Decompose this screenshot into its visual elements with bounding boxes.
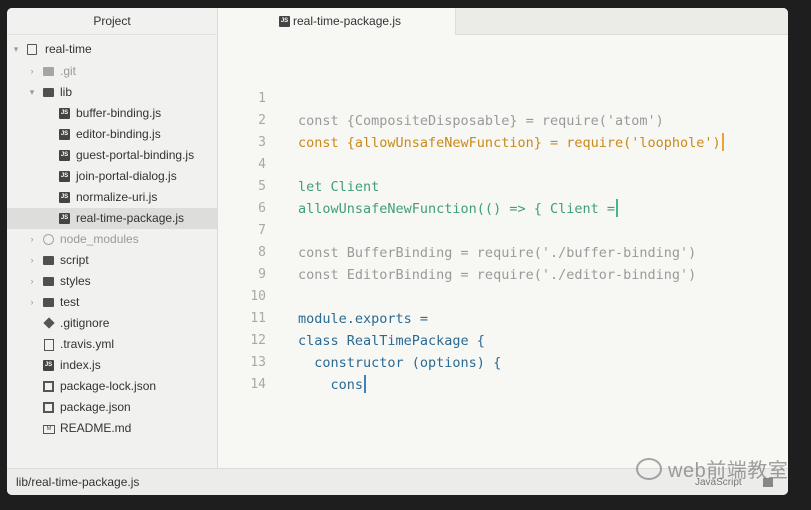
tree-item-label: README.md bbox=[60, 421, 132, 435]
js-file-icon: JS bbox=[59, 192, 70, 203]
markdown-icon: M bbox=[43, 425, 55, 434]
chevron-right-icon[interactable]: › bbox=[27, 229, 37, 250]
tree-item-label: join-portal-dialog.js bbox=[76, 169, 177, 183]
tree-item-label: buffer-binding.js bbox=[76, 106, 162, 120]
tree-item-label: test bbox=[60, 295, 80, 309]
tree-item-join-portal-dialog[interactable]: JS join-portal-dialog.js bbox=[7, 166, 217, 187]
tree-item-node-modules[interactable]: › node_modules bbox=[7, 229, 217, 250]
tree-item-guest-portal-binding[interactable]: JS guest-portal-binding.js bbox=[7, 145, 217, 166]
tree-item-normalize-uri[interactable]: JS normalize-uri.js bbox=[7, 187, 217, 208]
tree-item-label: script bbox=[60, 253, 89, 267]
tree-item-test[interactable]: › test bbox=[7, 292, 217, 313]
js-file-icon: JS bbox=[59, 129, 70, 140]
code-text: cons bbox=[298, 377, 364, 393]
code-line[interactable]: 6 bbox=[218, 176, 788, 216]
code-line[interactable]: 9 bbox=[218, 242, 788, 282]
chevron-down-icon[interactable]: ▾ bbox=[27, 82, 37, 103]
repo-icon bbox=[27, 44, 37, 55]
code-line[interactable]: 12 constructor (options) { bbox=[218, 308, 788, 371]
tree-item-label: real-time bbox=[45, 42, 92, 56]
tree-item-label: .gitignore bbox=[60, 316, 110, 330]
text-editor[interactable]: JS real-time-package.js 1 const {Composi… bbox=[218, 8, 788, 468]
code-line[interactable]: 4 let Client bbox=[218, 132, 788, 195]
code-line[interactable]: 3 bbox=[218, 110, 788, 150]
chevron-right-icon[interactable]: › bbox=[27, 271, 37, 292]
tree-item-label: package-lock.json bbox=[60, 379, 157, 393]
tree-view-title: Project bbox=[7, 8, 217, 35]
tree-item-label: real-time-package.js bbox=[76, 211, 185, 225]
tree-item-gitignore[interactable]: .gitignore bbox=[7, 313, 217, 334]
line-number: 14 bbox=[250, 377, 266, 392]
tab-label: real-time-package.js bbox=[293, 14, 402, 28]
tree-item-label: .git bbox=[60, 64, 77, 78]
tree-item-label: .travis.yml bbox=[60, 337, 114, 351]
code-line[interactable]: 14 bbox=[218, 352, 788, 392]
wechat-icon bbox=[636, 458, 662, 480]
tree-item-package-json[interactable]: package.json bbox=[7, 397, 217, 418]
folder-icon bbox=[43, 88, 54, 97]
tab-bar: JS real-time-package.js bbox=[218, 8, 788, 35]
tree-item-git[interactable]: › .git bbox=[7, 61, 217, 82]
chevron-down-icon[interactable]: ▾ bbox=[11, 39, 21, 60]
code-line[interactable]: 1 const {CompositeDisposable} = require(… bbox=[218, 66, 788, 129]
chevron-right-icon[interactable]: › bbox=[27, 292, 37, 313]
file-icon bbox=[44, 339, 54, 351]
tab-real-time-package[interactable]: JS real-time-package.js bbox=[218, 8, 456, 35]
js-file-icon: JS bbox=[43, 360, 54, 371]
code-line[interactable]: 10 module.exports = bbox=[218, 264, 788, 327]
code-text-with-cursor: cons bbox=[298, 374, 367, 396]
code-line[interactable]: 8 const EditorBinding = require('./edito… bbox=[218, 220, 788, 283]
local-cursor bbox=[364, 375, 367, 393]
tree-item-label: package.json bbox=[60, 400, 131, 414]
book-icon bbox=[43, 381, 54, 392]
watermark: web前端教室 bbox=[636, 454, 788, 483]
code-line[interactable]: 2 const {allowUnsafeNewFunction} = requi… bbox=[218, 88, 788, 151]
tree-view: Project ▾ real-time › .git ▾ lib JS buff… bbox=[7, 8, 218, 468]
editor-window: Project ▾ real-time › .git ▾ lib JS buff… bbox=[7, 8, 788, 495]
tree-item-label: node_modules bbox=[60, 232, 139, 246]
folder-icon bbox=[43, 277, 54, 286]
watermark-text: web前端教室 bbox=[668, 460, 789, 482]
code-line[interactable]: 13 cons bbox=[218, 330, 788, 393]
js-file-icon: JS bbox=[279, 16, 290, 27]
npm-folder-icon bbox=[43, 234, 54, 245]
tree-item-real-time-package[interactable]: JS real-time-package.js bbox=[7, 208, 217, 229]
tree-item-lib[interactable]: ▾ lib bbox=[7, 82, 217, 103]
tree-item-label: styles bbox=[60, 274, 91, 288]
js-file-icon: JS bbox=[59, 108, 70, 119]
chevron-right-icon[interactable]: › bbox=[27, 250, 37, 271]
status-file-path[interactable]: lib/real-time-package.js bbox=[16, 469, 139, 495]
git-icon bbox=[43, 317, 55, 329]
code-line[interactable]: 5 allowUnsafeNewFunction(() => { Client … bbox=[218, 154, 788, 217]
book-icon bbox=[43, 402, 54, 413]
tree-item-index-js[interactable]: JS index.js bbox=[7, 355, 217, 376]
js-file-icon: JS bbox=[59, 171, 70, 182]
chevron-right-icon[interactable]: › bbox=[27, 61, 37, 82]
tree-item-buffer-binding[interactable]: JS buffer-binding.js bbox=[7, 103, 217, 124]
tree-item-label: editor-binding.js bbox=[76, 127, 161, 141]
tree-item-label: index.js bbox=[60, 358, 101, 372]
tree-item-readme[interactable]: M README.md bbox=[7, 418, 217, 439]
code-line[interactable]: 11 class RealTimePackage { bbox=[218, 286, 788, 349]
folder-icon bbox=[43, 256, 54, 265]
js-file-icon: JS bbox=[59, 213, 70, 224]
tree-item-package-lock[interactable]: package-lock.json bbox=[7, 376, 217, 397]
code-line[interactable]: 7 const BufferBinding = require('./buffe… bbox=[218, 198, 788, 261]
folder-icon bbox=[43, 298, 54, 307]
tree-item-script[interactable]: › script bbox=[7, 250, 217, 271]
tree-item-label: guest-portal-binding.js bbox=[76, 148, 195, 162]
tree-item-label: normalize-uri.js bbox=[76, 190, 158, 204]
tree-item-styles[interactable]: › styles bbox=[7, 271, 217, 292]
tree-item-real-time[interactable]: ▾ real-time bbox=[7, 39, 217, 60]
tree-item-travis[interactable]: .travis.yml bbox=[7, 334, 217, 355]
folder-icon bbox=[43, 67, 54, 76]
tree-item-editor-binding[interactable]: JS editor-binding.js bbox=[7, 124, 217, 145]
tree-item-label: lib bbox=[60, 85, 73, 99]
js-file-icon: JS bbox=[59, 150, 70, 161]
